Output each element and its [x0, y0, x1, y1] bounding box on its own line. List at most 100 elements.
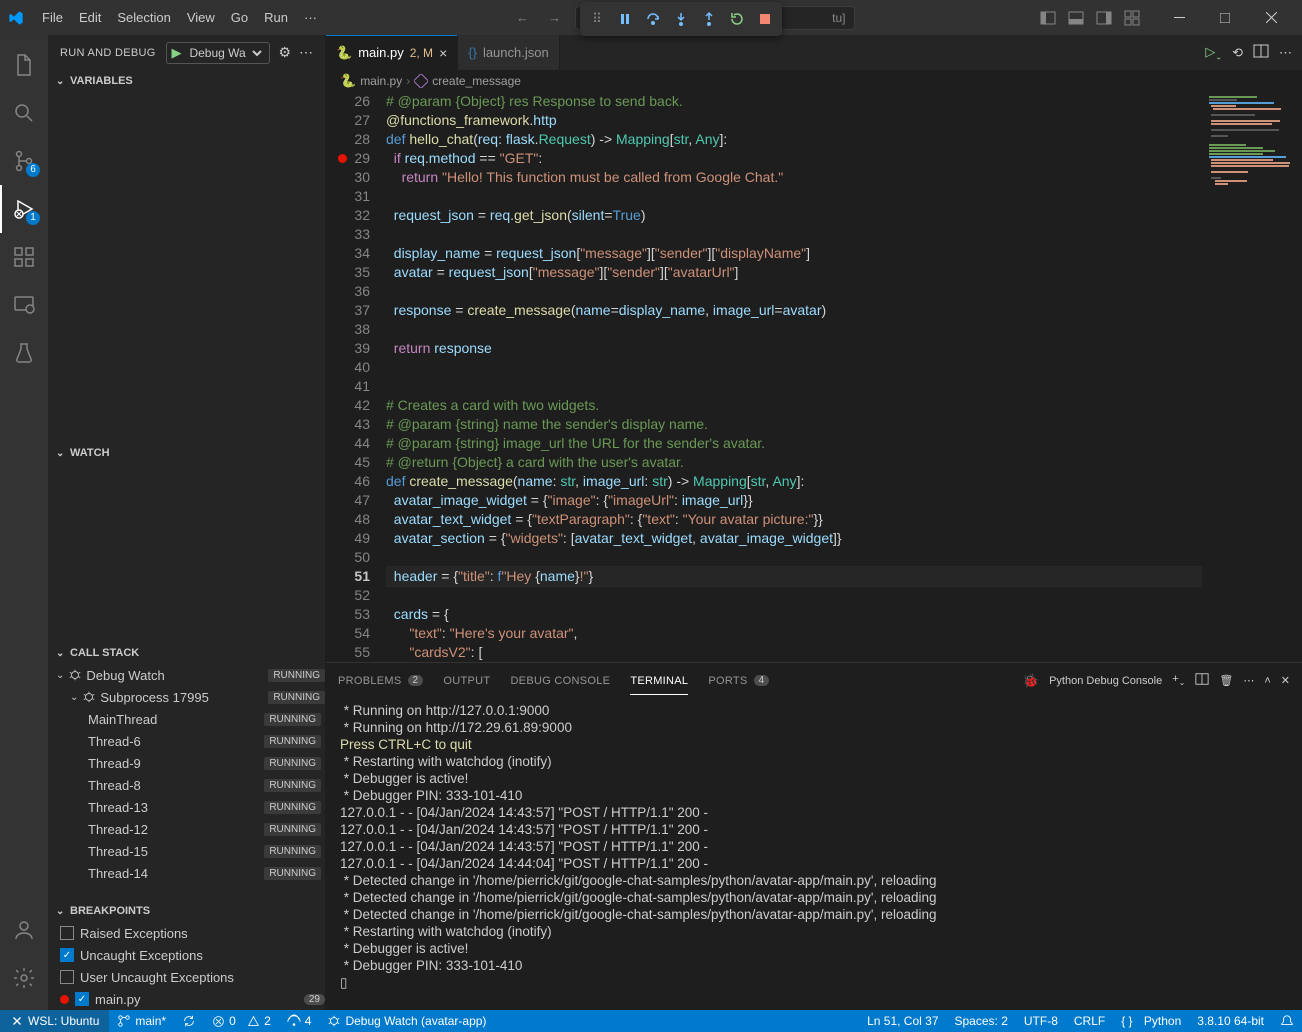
- callstack-root-label[interactable]: Debug Watch: [86, 668, 164, 683]
- layout-panel-icon[interactable]: [1068, 10, 1084, 26]
- maximize-panel-icon[interactable]: ˄: [1264, 675, 1270, 687]
- section-variables-header[interactable]: ⌄VARIABLES: [48, 70, 325, 92]
- sb-remote[interactable]: WSL: Ubuntu: [0, 1010, 109, 1032]
- terminal-profile-label[interactable]: Python Debug Console: [1049, 675, 1162, 687]
- breadcrumb-symbol[interactable]: create_message: [432, 74, 521, 88]
- debug-drag-handle-icon[interactable]: ⠿: [584, 6, 610, 32]
- bp-uncaught-checkbox[interactable]: ✓: [60, 948, 74, 962]
- nav-back-icon[interactable]: ←: [511, 6, 535, 30]
- kill-terminal-icon[interactable]: 🗑: [1219, 674, 1233, 687]
- panel-tab-terminal[interactable]: TERMINAL: [630, 675, 688, 687]
- activity-settings-icon[interactable]: [0, 954, 48, 1002]
- close-tab-icon[interactable]: ×: [439, 45, 447, 61]
- layout-side-left-icon[interactable]: [1040, 10, 1056, 26]
- gear-icon[interactable]: ⚙: [278, 44, 291, 61]
- menu-file[interactable]: File: [34, 6, 71, 29]
- panel-tab-problems[interactable]: PROBLEMS2: [338, 675, 423, 687]
- bp-user-uncaught-checkbox[interactable]: [60, 970, 74, 984]
- thread-item[interactable]: Thread-13RUNNING: [48, 796, 325, 818]
- layout-side-right-icon[interactable]: [1096, 10, 1112, 26]
- menu-run[interactable]: Run: [256, 6, 296, 29]
- activity-search-icon[interactable]: [0, 89, 48, 137]
- sb-language[interactable]: { } Python: [1113, 1014, 1189, 1028]
- thread-item[interactable]: Thread-8RUNNING: [48, 774, 325, 796]
- section-watch-header[interactable]: ⌄WATCH: [48, 442, 325, 464]
- debug-step-into-button[interactable]: [668, 6, 694, 32]
- sb-spaces[interactable]: Spaces: 2: [947, 1014, 1016, 1028]
- sb-encoding[interactable]: UTF-8: [1016, 1014, 1066, 1028]
- debug-restart-button[interactable]: [724, 6, 750, 32]
- thread-item[interactable]: MainThreadRUNNING: [48, 708, 325, 730]
- breadcrumb-file[interactable]: main.py: [360, 74, 402, 88]
- sb-cursor-pos[interactable]: Ln 51, Col 37: [859, 1014, 946, 1028]
- terminal-content[interactable]: * Running on http://127.0.0.1:9000 * Run…: [326, 698, 1302, 1010]
- breakpoint-glyph[interactable]: [338, 154, 347, 163]
- debug-sidebar: RUN AND DEBUG ▶ Debug Wa ⚙ ⋯ ⌄VARIABLES …: [48, 35, 326, 1010]
- bottom-panel: PROBLEMS2 OUTPUT DEBUG CONSOLE TERMINAL …: [326, 662, 1302, 1010]
- layout-customize-icon[interactable]: [1124, 10, 1140, 26]
- debug-step-out-button[interactable]: [696, 6, 722, 32]
- sb-sync[interactable]: [174, 1010, 204, 1032]
- callstack-subprocess-label[interactable]: Subprocess 17995: [100, 690, 208, 705]
- debug-alt-icon[interactable]: ⟲: [1232, 45, 1243, 61]
- vscode-logo-icon: [8, 10, 24, 26]
- json-file-icon: {}: [468, 45, 477, 60]
- bp-file-label[interactable]: main.py: [95, 992, 141, 1007]
- more-icon[interactable]: ⋯: [299, 44, 313, 61]
- editor-gutter[interactable]: 2627282930313233343536373839404142434445…: [326, 92, 386, 662]
- split-editor-icon[interactable]: [1253, 43, 1269, 62]
- thread-item[interactable]: Thread-14RUNNING: [48, 862, 325, 884]
- panel-tab-ports[interactable]: PORTS4: [708, 675, 769, 687]
- sb-ports[interactable]: 4: [279, 1010, 320, 1032]
- panel-more-icon[interactable]: ⋯: [1243, 674, 1254, 687]
- thread-item[interactable]: Thread-9RUNNING: [48, 752, 325, 774]
- debug-launch-selector[interactable]: ▶ Debug Wa: [166, 42, 270, 64]
- sb-branch[interactable]: main*: [109, 1010, 174, 1032]
- activity-source-control-icon[interactable]: 6: [0, 137, 48, 185]
- section-callstack-header[interactable]: ⌄CALL STACK: [48, 642, 325, 664]
- nav-forward-icon[interactable]: →: [543, 6, 567, 30]
- bp-file-checkbox[interactable]: ✓: [75, 992, 89, 1006]
- activity-extensions-icon[interactable]: [0, 233, 48, 281]
- editor-code[interactable]: # @param {Object} res Response to send b…: [386, 92, 1202, 662]
- sb-interpreter[interactable]: 3.8.10 64-bit: [1189, 1014, 1272, 1028]
- window-minimize-button[interactable]: [1156, 0, 1202, 35]
- debug-step-over-button[interactable]: [640, 6, 666, 32]
- window-maximize-button[interactable]: [1202, 0, 1248, 35]
- sb-notifications-icon[interactable]: [1272, 1014, 1302, 1028]
- menu-edit[interactable]: Edit: [71, 6, 109, 29]
- sb-problems[interactable]: 0 2: [204, 1010, 279, 1032]
- section-breakpoints-header[interactable]: ⌄BREAKPOINTS: [48, 900, 325, 922]
- menu-selection[interactable]: Selection: [109, 6, 178, 29]
- launch-config-select[interactable]: Debug Wa: [185, 45, 265, 61]
- tab-main-py[interactable]: 🐍main.py2, M×: [326, 35, 458, 70]
- tab-launch-json[interactable]: {}launch.json: [458, 35, 559, 70]
- breadcrumb[interactable]: 🐍 main.py › create_message: [326, 70, 1302, 92]
- activity-remote-explorer-icon[interactable]: [0, 281, 48, 329]
- activity-explorer-icon[interactable]: [0, 41, 48, 89]
- minimap[interactable]: [1202, 92, 1302, 662]
- panel-tab-output[interactable]: OUTPUT: [443, 675, 490, 687]
- activity-accounts-icon[interactable]: [0, 906, 48, 954]
- split-terminal-icon[interactable]: [1195, 672, 1209, 689]
- thread-item[interactable]: Thread-6RUNNING: [48, 730, 325, 752]
- window-close-button[interactable]: [1248, 0, 1294, 35]
- debug-pause-button[interactable]: [612, 6, 638, 32]
- sb-eol[interactable]: CRLF: [1066, 1014, 1113, 1028]
- more-actions-icon[interactable]: ⋯: [1279, 45, 1292, 61]
- menu-···[interactable]: ···: [296, 6, 325, 29]
- thread-item[interactable]: Thread-12RUNNING: [48, 818, 325, 840]
- close-panel-icon[interactable]: ✕: [1281, 674, 1290, 687]
- menu-view[interactable]: View: [179, 6, 223, 29]
- bp-raised-checkbox[interactable]: [60, 926, 74, 940]
- sb-debug-session[interactable]: Debug Watch (avatar-app): [319, 1010, 494, 1032]
- bp-user-uncaught-label: User Uncaught Exceptions: [80, 970, 234, 985]
- activity-run-debug-icon[interactable]: 1: [0, 185, 48, 233]
- menu-go[interactable]: Go: [223, 6, 256, 29]
- run-python-icon[interactable]: ▷⌄: [1205, 44, 1222, 62]
- new-terminal-button[interactable]: +⌄: [1172, 673, 1185, 687]
- debug-stop-button[interactable]: [752, 6, 778, 32]
- thread-item[interactable]: Thread-15RUNNING: [48, 840, 325, 862]
- activity-testing-icon[interactable]: [0, 329, 48, 377]
- panel-tab-debug-console[interactable]: DEBUG CONSOLE: [510, 675, 610, 687]
